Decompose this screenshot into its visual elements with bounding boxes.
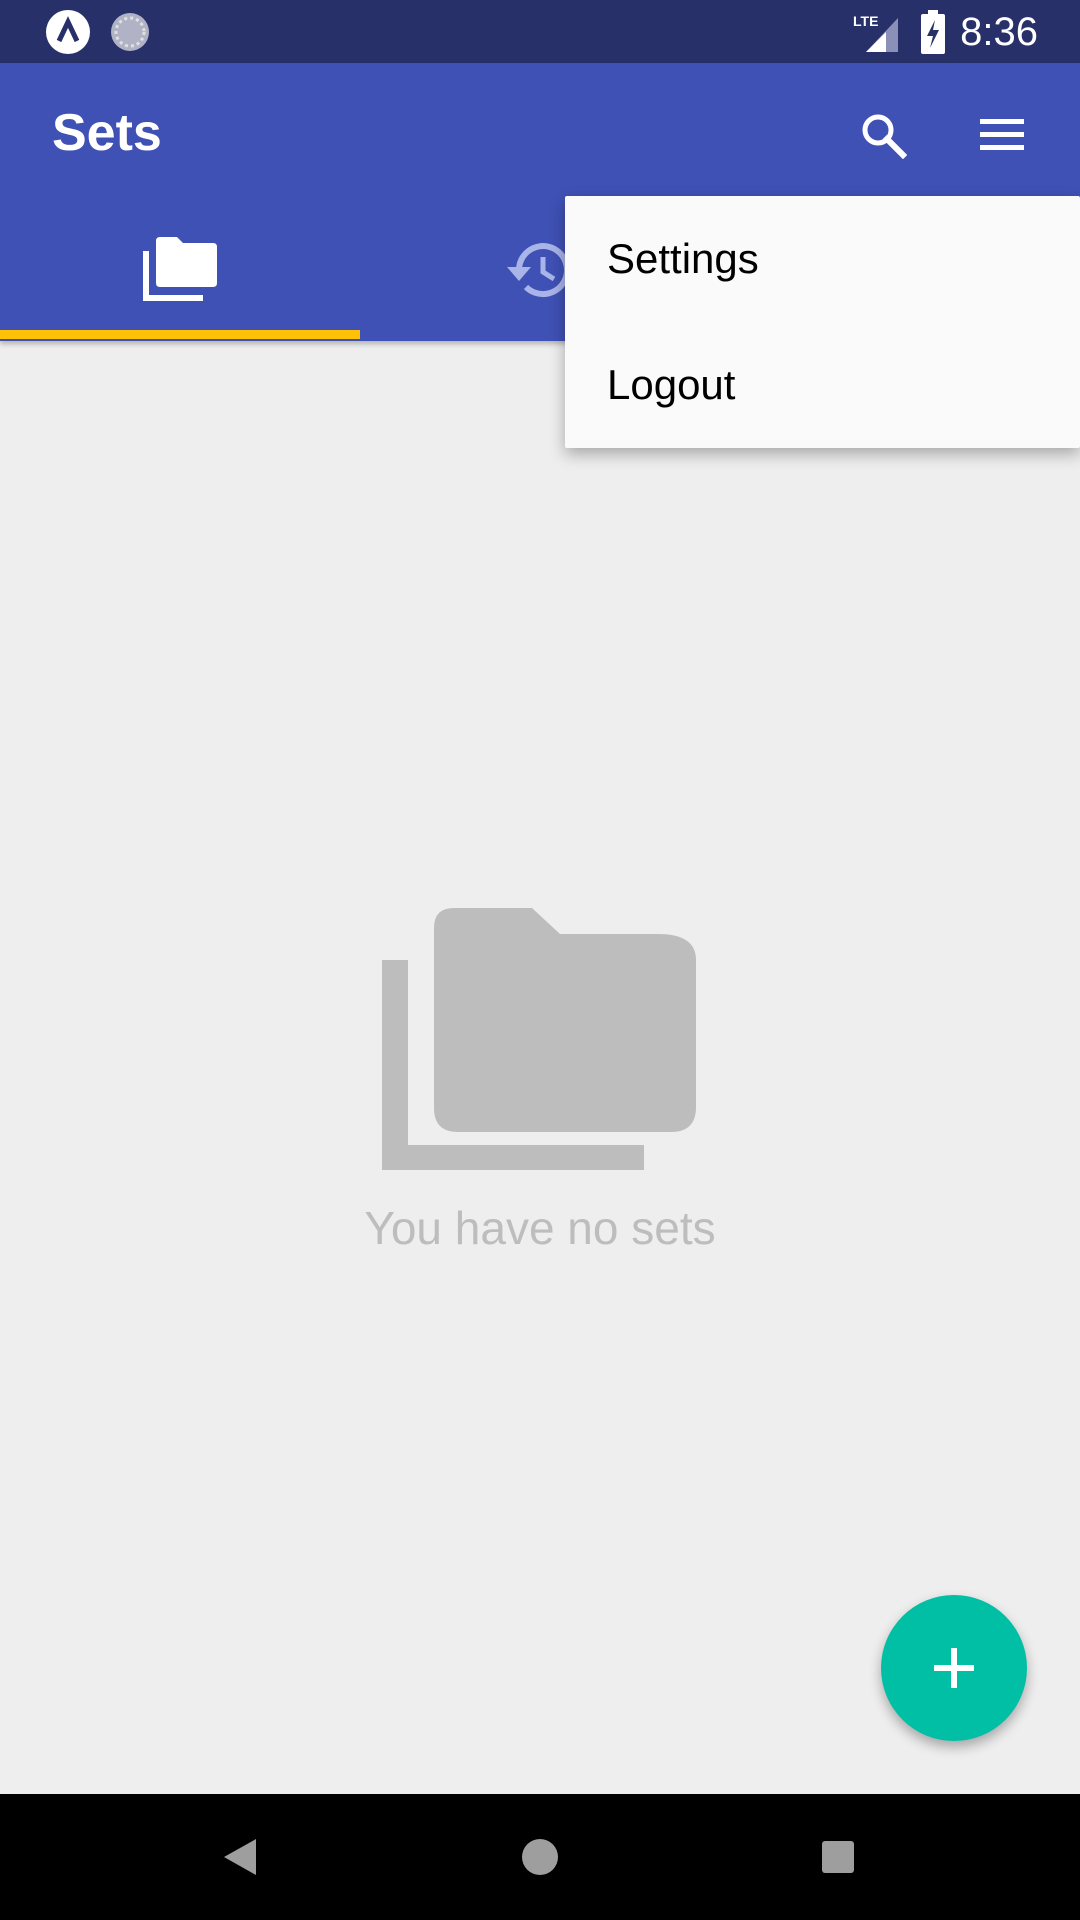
menu-item-label: Logout (607, 361, 736, 408)
recents-icon (822, 1841, 854, 1873)
empty-folders-icon (380, 900, 700, 1170)
add-set-button[interactable] (881, 1595, 1027, 1741)
search-icon (862, 114, 907, 159)
overflow-menu: Settings Logout (565, 196, 1080, 448)
home-button[interactable] (505, 1822, 575, 1892)
page-title: Sets (52, 104, 162, 162)
sync-icon (108, 10, 152, 54)
home-icon (522, 1839, 558, 1875)
menu-button[interactable] (966, 99, 1038, 171)
plus-icon (934, 1648, 974, 1688)
empty-message: You have no sets (364, 1202, 716, 1254)
tab-indicator (0, 330, 360, 339)
folders-icon (143, 237, 217, 301)
menu-icon (980, 119, 1024, 150)
battery-charging-icon (920, 10, 946, 54)
back-button[interactable] (205, 1822, 275, 1892)
system-nav-bar (0, 1794, 1080, 1920)
status-time: 8:36 (960, 10, 1038, 54)
menu-item-settings[interactable]: Settings (565, 196, 1080, 322)
menu-item-label: Settings (607, 235, 759, 282)
recents-button[interactable] (803, 1822, 873, 1892)
app-notification-icon (46, 10, 90, 54)
back-icon (224, 1839, 256, 1875)
screen: LTE 8:36 Sets You have no sets Settings … (0, 0, 1080, 1920)
menu-item-logout[interactable]: Logout (565, 322, 1080, 448)
signal-icon: LTE (852, 12, 900, 52)
search-button[interactable] (847, 99, 919, 171)
network-type-label: LTE (853, 13, 878, 29)
tab-sets[interactable] (0, 199, 360, 341)
status-bar: LTE 8:36 (0, 0, 1080, 63)
